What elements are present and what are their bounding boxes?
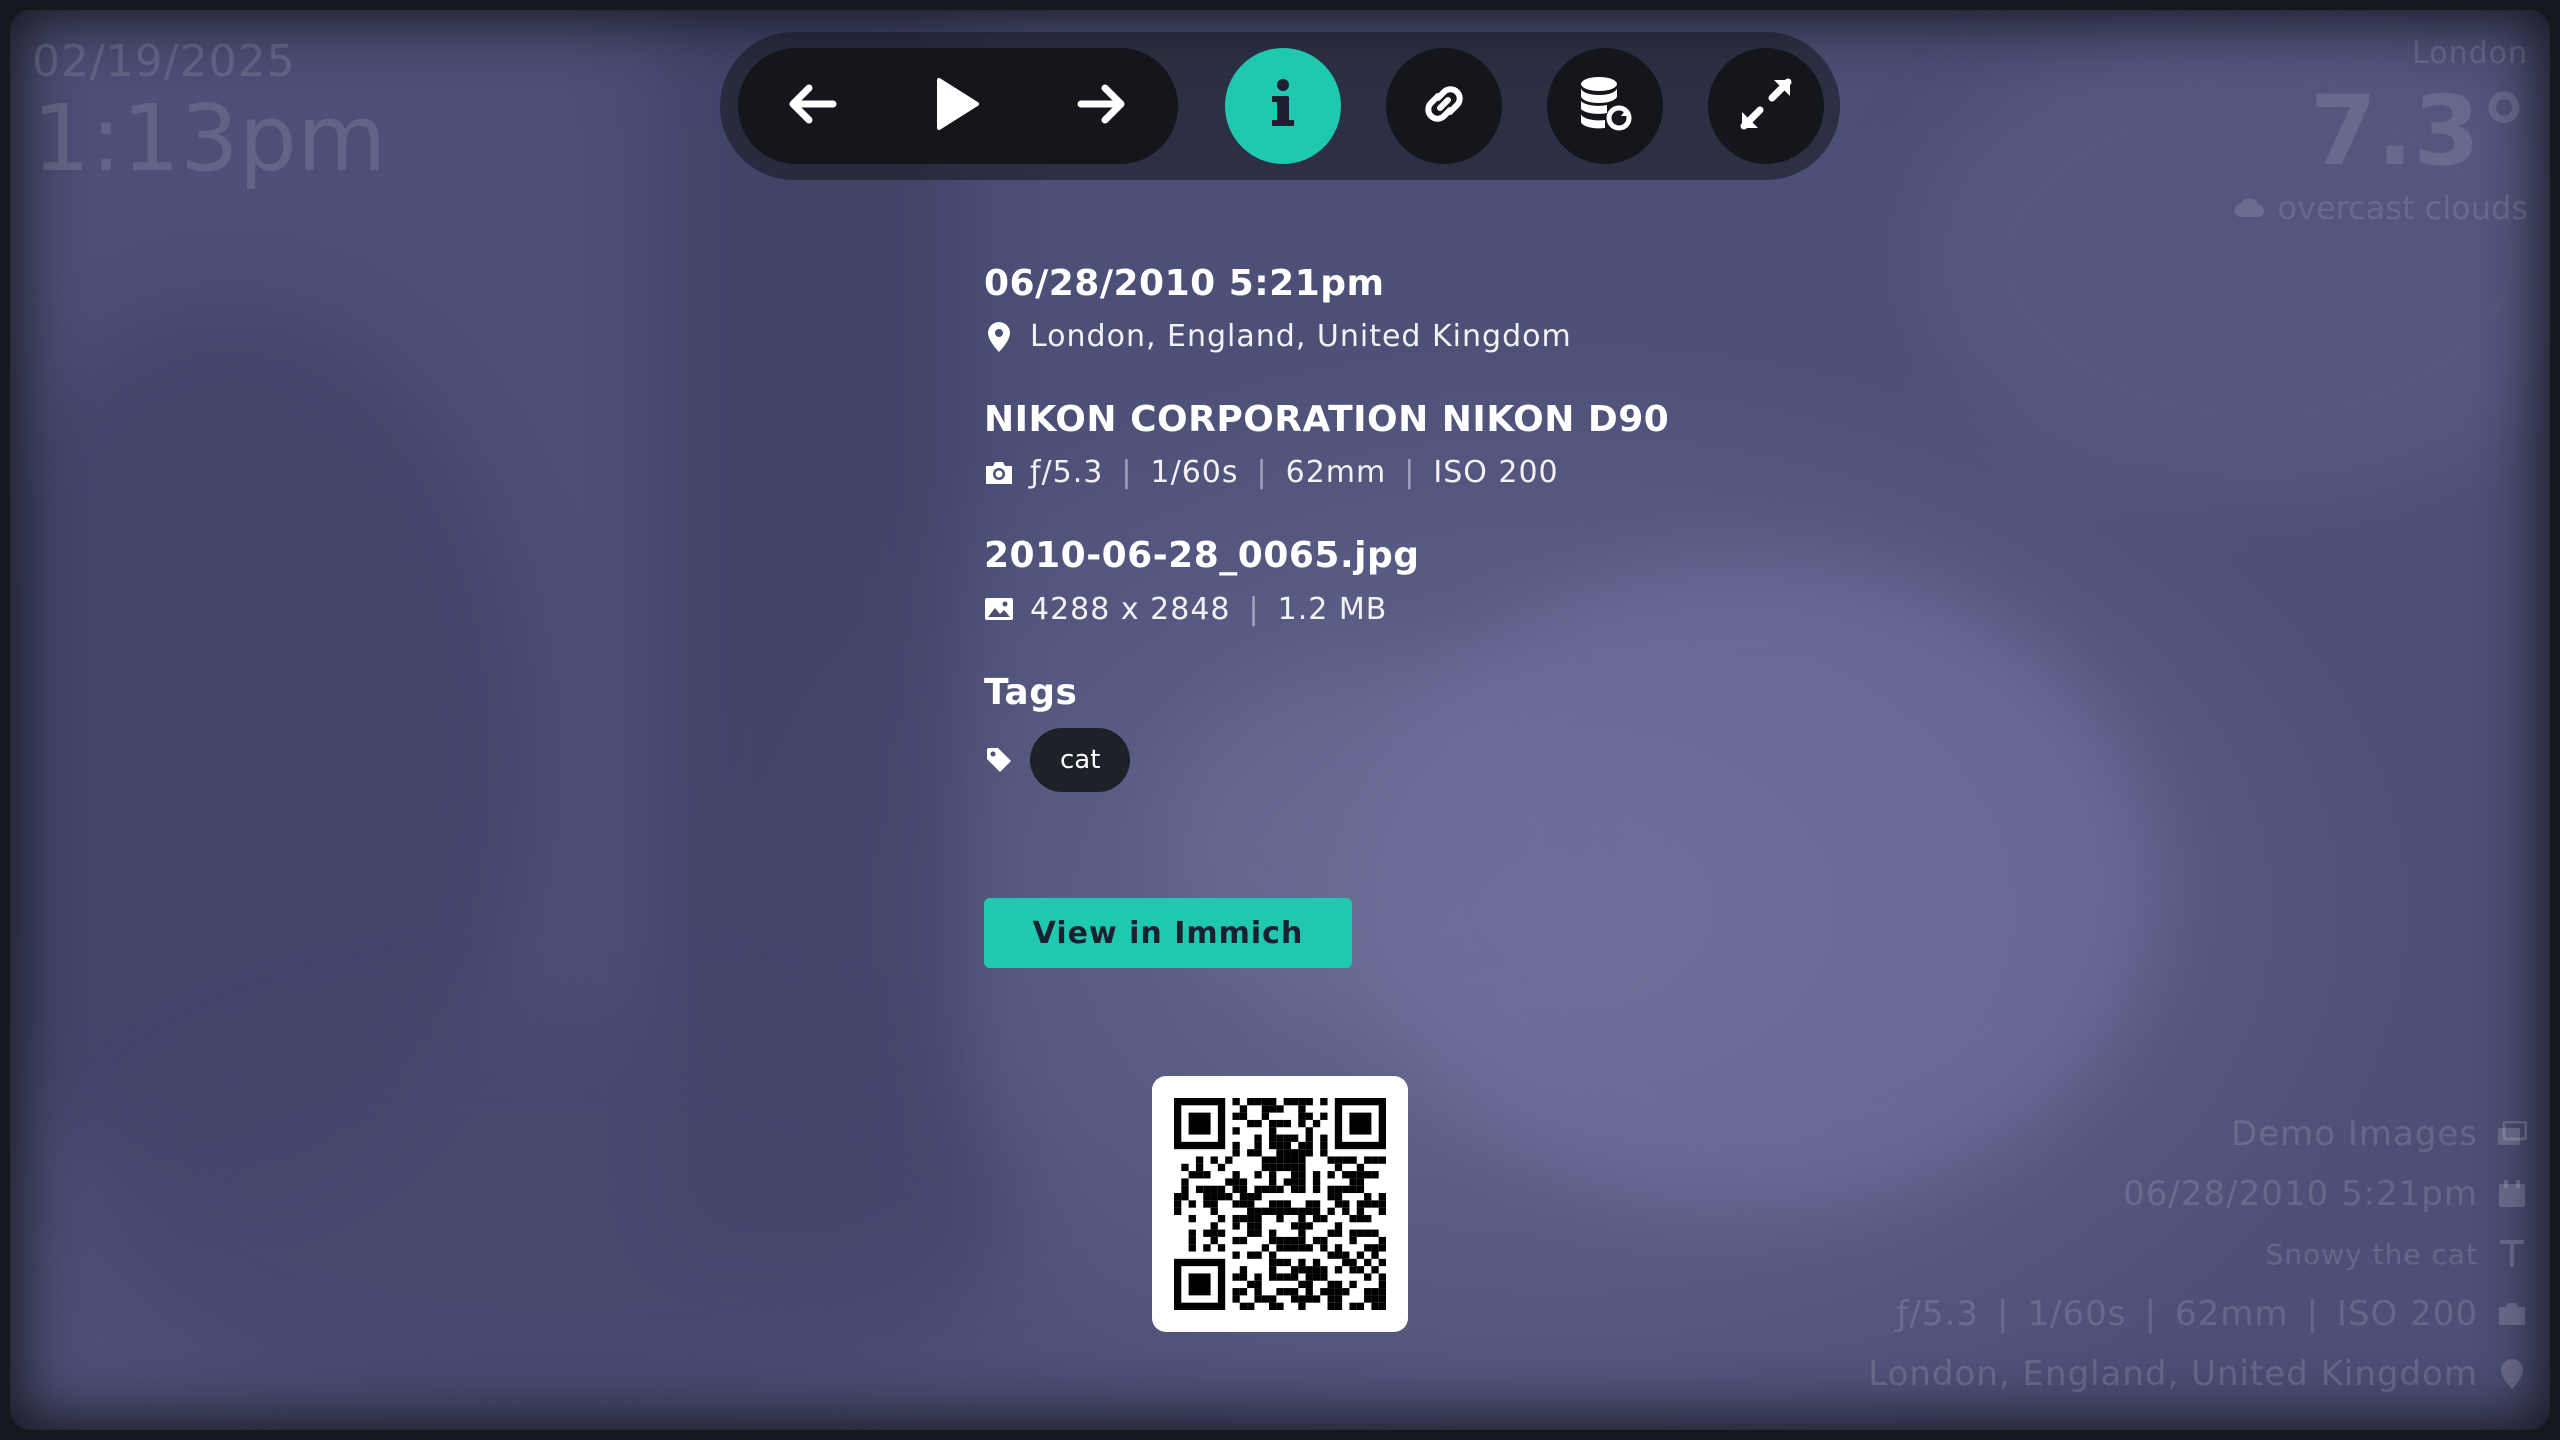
link-icon	[1414, 74, 1474, 138]
separator: |	[1256, 455, 1268, 491]
toolbar	[720, 32, 1840, 180]
play-button[interactable]	[884, 48, 1030, 164]
exposure-row: ƒ/5.3 | 1/60s | 62mm | ISO 200	[984, 455, 1884, 490]
calendar-icon	[2496, 1180, 2528, 1208]
meta-iso: ISO 200	[2336, 1294, 2478, 1334]
previous-button[interactable]	[738, 48, 884, 164]
meta-shutter: 1/60s	[2027, 1294, 2127, 1334]
qr-code-image	[1174, 1098, 1386, 1310]
tag-icon	[984, 747, 1014, 773]
location-meta-row: London, England, United Kingdom	[1868, 1344, 2528, 1404]
meta-location: London, England, United Kingdom	[1868, 1354, 2478, 1394]
info-icon	[1263, 76, 1303, 136]
exposure-meta-row: ƒ/5.3 | 1/60s | 62mm | ISO 200	[1868, 1284, 2528, 1344]
aperture-value: ƒ/5.3	[1030, 455, 1104, 491]
separator: |	[1248, 591, 1260, 627]
tags-heading: Tags	[984, 671, 1078, 713]
focal-length-value: 62mm	[1285, 455, 1387, 491]
photo-metadata-overlay: Demo Images 06/28/2010 5:21pm Snowy the …	[1868, 1104, 2528, 1404]
file-size: 1.2 MB	[1277, 591, 1388, 627]
separator: |	[2306, 1294, 2319, 1334]
album-name: Demo Images	[2230, 1114, 2478, 1154]
camera-model: NIKON CORPORATION NIKON D90	[984, 399, 1670, 441]
photo-description: Snowy the cat	[2265, 1237, 2478, 1271]
tags-row: cat	[984, 727, 1884, 792]
database-refresh-icon	[1577, 74, 1633, 138]
tag-chip[interactable]: cat	[1030, 727, 1131, 792]
link-button[interactable]	[1386, 48, 1502, 164]
text-icon	[2496, 1240, 2528, 1268]
file-name: 2010-06-28_0065.jpg	[984, 535, 1420, 577]
view-in-immich-button[interactable]: View in Immich	[984, 898, 1352, 968]
file-details-row: 4288 x 2848 | 1.2 MB	[984, 592, 1884, 627]
image-icon	[984, 596, 1014, 622]
camera-section: NIKON CORPORATION NIKON D90 ƒ/5.3 | 1/60…	[984, 398, 1884, 490]
weather-widget: London 7.3° overcast clouds	[2233, 36, 2528, 227]
file-section: 2010-06-28_0065.jpg 4288 x 2848 | 1.2 MB	[984, 534, 1884, 626]
fullscreen-button[interactable]	[1708, 48, 1824, 164]
clock-time: 1:13pm	[32, 85, 387, 192]
meta-aperture: ƒ/5.3	[1896, 1294, 1979, 1334]
album-icon	[2496, 1121, 2528, 1147]
weather-description-row: overcast clouds	[2233, 189, 2528, 227]
slideshow-stage: 02/19/2025 1:13pm London 7.3° overcast c…	[0, 0, 2560, 1440]
clock-date: 02/19/2025	[32, 36, 296, 87]
separator: |	[1996, 1294, 2010, 1334]
weather-temperature: 7.3°	[2309, 75, 2528, 187]
photo-date: 06/28/2010 5:21pm	[2123, 1174, 2478, 1214]
info-button[interactable]	[1225, 48, 1341, 164]
play-icon	[933, 76, 981, 136]
separator: |	[2144, 1294, 2157, 1334]
separator: |	[1121, 455, 1133, 491]
clock: 02/19/2025 1:13pm	[32, 36, 387, 185]
description-row: Snowy the cat	[1868, 1224, 2528, 1284]
meta-focal-length: 62mm	[2174, 1294, 2289, 1334]
map-pin-icon	[2496, 1359, 2528, 1389]
photo-location: London, England, United Kingdom	[1030, 319, 1572, 355]
arrow-left-icon	[783, 80, 839, 132]
arrow-right-icon	[1075, 80, 1131, 132]
next-button[interactable]	[1030, 48, 1176, 164]
cache-button[interactable]	[1547, 48, 1663, 164]
weather-location: London	[2412, 36, 2528, 71]
tags-section: Tags cat	[984, 671, 1884, 792]
location-row: London, England, United Kingdom	[984, 319, 1884, 354]
shutter-value: 1/60s	[1150, 455, 1239, 491]
photo-datetime: 06/28/2010 5:21pm	[984, 263, 1385, 304]
map-pin-icon	[984, 321, 1014, 352]
qr-code[interactable]	[1152, 1076, 1408, 1332]
navigation-group	[738, 48, 1178, 164]
cloud-icon	[2233, 189, 2265, 227]
camera-icon	[2496, 1301, 2528, 1327]
weather-description: overcast clouds	[2277, 189, 2528, 227]
separator: |	[1404, 455, 1416, 491]
iso-value: ISO 200	[1433, 455, 1559, 491]
date-row: 06/28/2010 5:21pm	[1868, 1164, 2528, 1224]
image-dimensions: 4288 x 2848	[1030, 591, 1231, 627]
expand-icon	[1736, 74, 1796, 138]
album-row: Demo Images	[1868, 1104, 2528, 1164]
datetime-section: 06/28/2010 5:21pm London, England, Unite…	[984, 262, 1884, 354]
camera-icon	[984, 460, 1014, 486]
info-panel: 06/28/2010 5:21pm London, England, Unite…	[984, 262, 1884, 836]
